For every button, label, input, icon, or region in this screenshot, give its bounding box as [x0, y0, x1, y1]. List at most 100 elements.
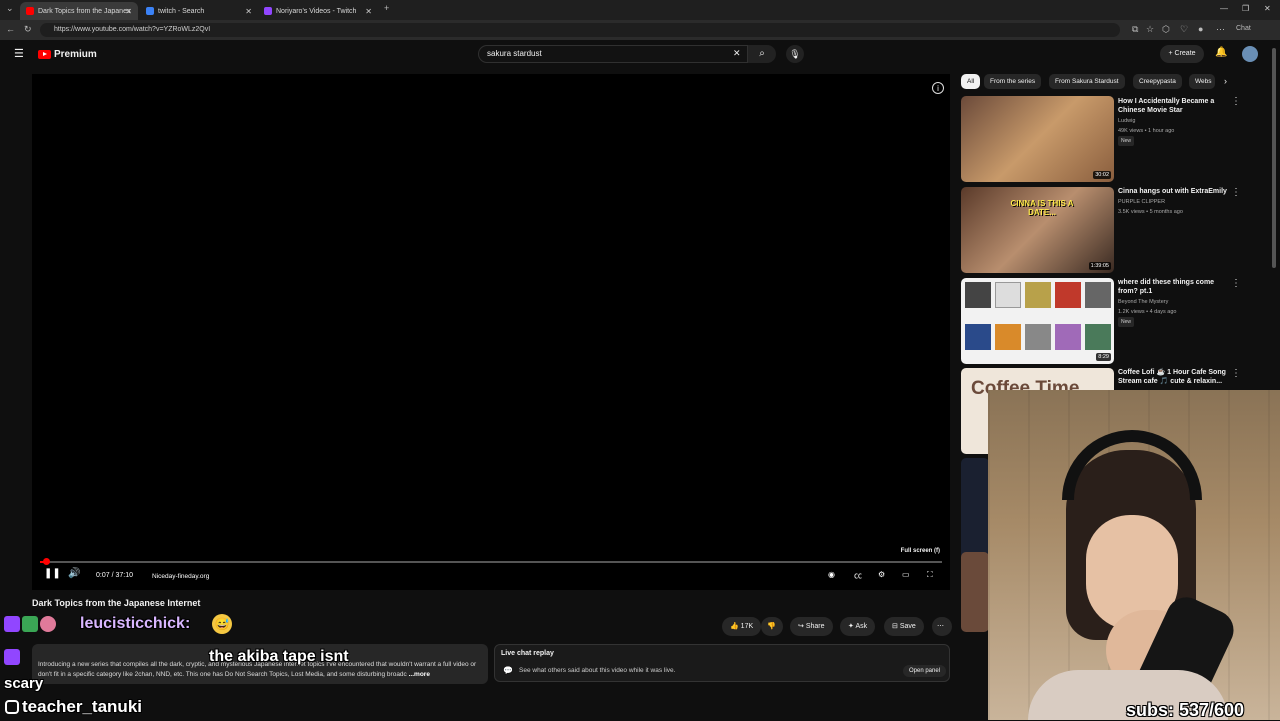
- thumbnail-tile: [995, 282, 1021, 308]
- hamburger-menu-icon[interactable]: ☰: [14, 47, 24, 60]
- emote-icon: [40, 616, 56, 632]
- chip-webs[interactable]: Webs: [1189, 74, 1215, 89]
- video-thumbnail[interactable]: 30:02: [961, 96, 1114, 182]
- url-field[interactable]: https://www.youtube.com/watch?v=YZRoWLz2…: [40, 23, 1120, 37]
- create-label: Create: [1174, 50, 1196, 57]
- video-title-link[interactable]: How I Accidentally Became a Chinese Movi…: [1118, 97, 1228, 115]
- chapter-link[interactable]: Niceday-fineday.org: [152, 573, 209, 580]
- volume-icon[interactable]: 🔊: [68, 568, 80, 579]
- video-title-link[interactable]: Coffee Lofi ☕ 1 Hour Cafe Song Stream ca…: [1118, 368, 1228, 386]
- progress-bar[interactable]: [40, 561, 942, 563]
- dislike-button[interactable]: 👎: [761, 617, 783, 636]
- video-thumbnail[interactable]: 8:29: [961, 278, 1114, 364]
- create-button[interactable]: + Create: [1160, 45, 1204, 63]
- social-handle: teacher_tanuki: [22, 697, 142, 716]
- new-tab-icon[interactable]: +: [384, 3, 389, 13]
- save-button[interactable]: ⊟ Save: [884, 617, 924, 636]
- tab-list-icon[interactable]: ⌄: [6, 3, 14, 14]
- new-badge: New: [1118, 136, 1135, 146]
- thumbs-up-icon: 👍: [730, 623, 739, 630]
- channel-name[interactable]: Ludwig: [1118, 116, 1135, 126]
- chat-button[interactable]: Chat: [1236, 25, 1251, 32]
- pause-icon[interactable]: ❚❚: [44, 568, 61, 579]
- more-vert-icon[interactable]: ⋮: [1231, 368, 1241, 379]
- channel-name[interactable]: Beyond The Mystery: [1118, 297, 1168, 307]
- twitch-favicon-icon: [264, 7, 272, 15]
- share-label: Share: [805, 623, 825, 630]
- settings-gear-icon[interactable]: ⚙: [878, 570, 885, 579]
- fullscreen-icon[interactable]: ⛶: [927, 570, 933, 580]
- channel-name[interactable]: PURPLE CLIPPER: [1118, 197, 1165, 207]
- chip-from-series[interactable]: From the series: [984, 74, 1042, 89]
- menu-icon[interactable]: ⋯: [1216, 24, 1225, 35]
- sparkle-icon: ✦: [848, 623, 854, 630]
- voice-search-button[interactable]: 🎙: [786, 45, 804, 63]
- video-player[interactable]: i Full screen (f) ❚❚ 🔊 0:07 / 37:10 Nice…: [32, 74, 950, 590]
- youtube-favicon-icon: [26, 7, 34, 15]
- like-button[interactable]: 👍 17K: [722, 617, 762, 636]
- chat-message-continued: scary: [4, 675, 44, 692]
- extension-icon[interactable]: ⬡: [1162, 24, 1170, 35]
- close-icon[interactable]: ✕: [365, 7, 372, 16]
- chip-creepypasta[interactable]: Creepypasta: [1133, 74, 1182, 89]
- youtube-play-icon: [38, 50, 51, 59]
- bookmark-star-icon[interactable]: ☆: [1146, 24, 1154, 35]
- time-display: 0:07 / 37:10: [96, 572, 133, 579]
- search-icon: ⌕: [759, 48, 765, 59]
- share-button[interactable]: ↪ Share: [790, 617, 833, 636]
- share-icon: ↪: [798, 623, 804, 630]
- minimize-icon[interactable]: —: [1220, 4, 1228, 13]
- autoplay-toggle-icon[interactable]: ◉: [828, 570, 835, 579]
- search-input[interactable]: sakura stardust: [478, 45, 748, 63]
- thumbnail-tile: [965, 324, 991, 350]
- close-icon[interactable]: ✕: [245, 7, 252, 16]
- clear-search-icon[interactable]: ✕: [733, 48, 741, 59]
- tab-twitch-search[interactable]: twitch - Search ✕: [140, 2, 258, 20]
- notifications-bell-icon[interactable]: 🔔: [1215, 47, 1227, 58]
- video-meta: 1.2K views • 4 days ago: [1118, 309, 1177, 315]
- duration-badge: 30:02: [1093, 171, 1111, 179]
- chevron-right-icon[interactable]: ›: [1224, 76, 1227, 86]
- open-panel-button[interactable]: Open panel: [903, 665, 947, 677]
- thumbnail-tile: [995, 324, 1021, 350]
- webcam-overlay: [988, 390, 1280, 720]
- instagram-icon: [5, 700, 19, 714]
- chat-username: leucisticchick:: [80, 615, 191, 632]
- video-title-link[interactable]: Cinna hangs out with ExtraEmily: [1118, 187, 1228, 196]
- close-icon[interactable]: ✕: [125, 7, 132, 16]
- avatar[interactable]: [1242, 46, 1258, 62]
- reload-icon[interactable]: ↻: [24, 24, 32, 35]
- video-thumbnail[interactable]: CINNA IS THIS A DATE... 1:39:05: [961, 187, 1114, 273]
- scrollbar-thumb[interactable]: [1272, 48, 1276, 268]
- tab-twitch-videos[interactable]: Noriyaro's Videos - Twitch ✕: [258, 2, 378, 20]
- more-vert-icon[interactable]: ⋮: [1231, 187, 1241, 198]
- youtube-logo[interactable]: Premium: [38, 49, 97, 60]
- chip-from-sakura-stardust[interactable]: From Sakura Stardust: [1049, 74, 1125, 89]
- more-vert-icon[interactable]: ⋮: [1231, 96, 1241, 107]
- video-thumbnail[interactable]: [961, 552, 989, 632]
- more-actions-button[interactable]: ⋯: [932, 617, 952, 636]
- extensions-icon[interactable]: ⧉: [1132, 24, 1138, 35]
- ask-button[interactable]: ✦ Ask: [840, 617, 876, 636]
- profile-icon[interactable]: ●: [1198, 24, 1203, 34]
- maximize-icon[interactable]: ❐: [1242, 4, 1249, 13]
- chat-message: the akiba tape isnt: [209, 648, 349, 665]
- window-close-icon[interactable]: ✕: [1264, 4, 1271, 13]
- chat-bubble-icon: 💬: [503, 666, 513, 675]
- show-more-link[interactable]: ...more: [409, 671, 430, 678]
- chip-all[interactable]: All: [961, 74, 981, 89]
- info-icon[interactable]: i: [932, 82, 944, 94]
- search-button[interactable]: ⌕: [748, 45, 776, 63]
- miniplayer-icon[interactable]: ▭: [902, 570, 910, 579]
- more-vert-icon[interactable]: ⋮: [1231, 278, 1241, 289]
- tab-youtube[interactable]: Dark Topics from the Japanes ✕: [20, 2, 138, 20]
- video-title-link[interactable]: where did these things come from? pt.1: [1118, 278, 1228, 296]
- back-icon[interactable]: ←: [6, 24, 15, 34]
- scrubber-handle[interactable]: [43, 558, 50, 565]
- youtube-header: ☰ Premium sakura stardust ✕ ⌕ 🎙 + Create…: [0, 40, 1280, 68]
- video-meta: 49K views • 1 hour ago: [1118, 128, 1175, 134]
- captions-icon[interactable]: ㏄: [854, 570, 862, 581]
- tab-title: twitch - Search: [158, 7, 205, 15]
- ask-label: Ask: [855, 623, 868, 630]
- favorites-icon[interactable]: ♡: [1180, 24, 1188, 35]
